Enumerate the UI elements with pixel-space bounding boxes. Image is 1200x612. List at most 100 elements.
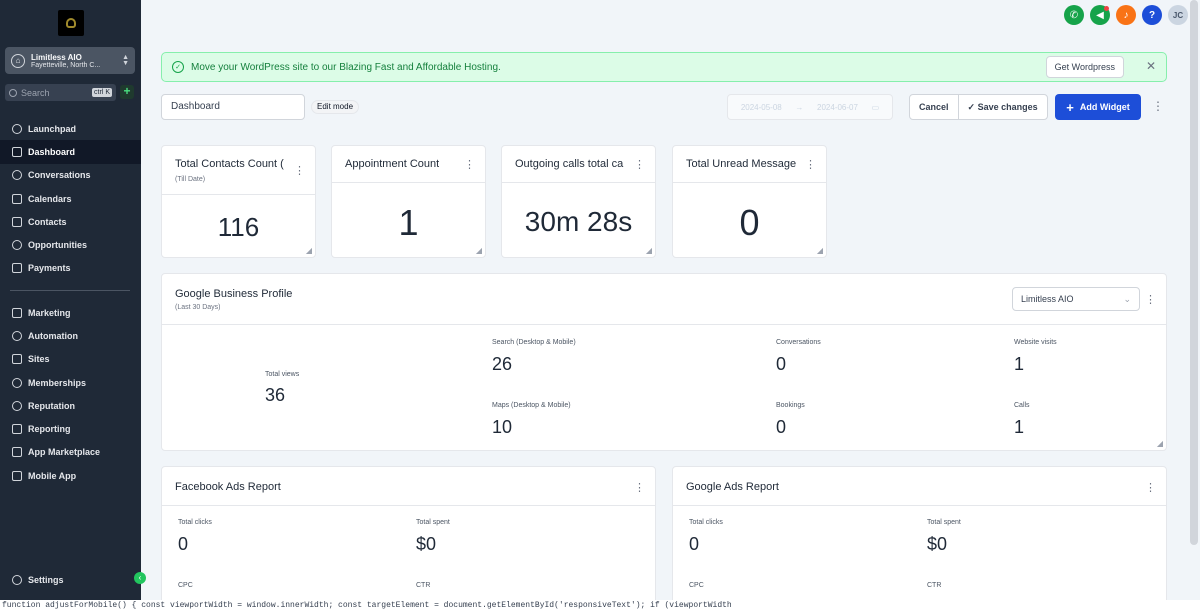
- bell-icon[interactable]: ♪: [1116, 5, 1136, 25]
- sidebar-item-payments[interactable]: Payments: [0, 257, 141, 280]
- sidebar-item-contacts[interactable]: Contacts: [0, 210, 141, 233]
- stat-card-appointments: Appointment Count ⋮ 1 ◢: [331, 145, 486, 258]
- sidebar-item-conversations[interactable]: Conversations: [0, 164, 141, 187]
- sidebar-item-app-marketplace[interactable]: App Marketplace: [0, 441, 141, 464]
- card-title: Total Unread Message: [686, 158, 797, 170]
- location-icon: ⌂: [11, 53, 25, 68]
- card-divider: [162, 505, 655, 506]
- sidebar-item-label: Conversations: [28, 170, 91, 181]
- resize-handle-icon[interactable]: ◢: [1157, 439, 1163, 448]
- metric-label: CTR: [927, 582, 942, 589]
- sidebar-item-label: Reporting: [28, 424, 71, 435]
- more-options-icon[interactable]: ⋮: [1152, 100, 1164, 112]
- sidebar-item-launchpad[interactable]: Launchpad: [0, 117, 141, 140]
- sidebar-item-label: App Marketplace: [28, 447, 101, 458]
- star-icon: [12, 400, 22, 411]
- grid-icon: [12, 146, 22, 157]
- more-options-icon[interactable]: ⋮: [294, 164, 305, 177]
- more-options-icon[interactable]: ⋮: [634, 481, 645, 494]
- metric-label: Search (Desktop & Mobile): [492, 339, 576, 346]
- resize-handle-icon[interactable]: ◢: [646, 246, 652, 255]
- dashboard-name-field[interactable]: Dashboard: [161, 94, 305, 120]
- sidebar-item-opportunities[interactable]: Opportunities: [0, 233, 141, 256]
- quick-add-button[interactable]: +: [120, 85, 134, 99]
- sidebar-item-label: Opportunities: [28, 240, 87, 251]
- memberships-icon: [12, 377, 22, 388]
- card-subtitle: (Till Date): [175, 176, 206, 183]
- contacts-icon: [12, 216, 22, 227]
- metric-label: CTR: [416, 582, 431, 589]
- card-divider: [332, 182, 485, 183]
- card-title: Appointment Count: [345, 158, 440, 170]
- metric-value: 10: [492, 417, 513, 437]
- card-title: Google Ads Report: [686, 481, 779, 493]
- check-icon: ✓: [967, 102, 978, 112]
- header-actions: ✆ ◀ ♪ ? JC: [1064, 5, 1188, 25]
- gbp-location-select[interactable]: Limitless AIO ⌄: [1012, 287, 1140, 311]
- calendar-icon: [12, 193, 22, 204]
- card-divider: [162, 194, 315, 195]
- mobile-icon: [12, 470, 22, 481]
- resize-handle-icon[interactable]: ◢: [306, 246, 312, 255]
- logo-mark-icon: [66, 18, 76, 28]
- more-options-icon[interactable]: ⋮: [805, 158, 816, 171]
- metric-value: 1: [1014, 417, 1025, 437]
- location-name: Limitless AIO: [31, 52, 82, 62]
- sidebar-item-mobile-app[interactable]: Mobile App: [0, 464, 141, 487]
- card-title: Total Contacts Count (: [175, 158, 284, 170]
- more-options-icon[interactable]: ⋮: [1145, 481, 1156, 494]
- more-options-icon[interactable]: ⋮: [464, 158, 475, 171]
- company-logo[interactable]: [58, 10, 84, 36]
- save-changes-label: Save changes: [977, 102, 1038, 112]
- page-scrollbar[interactable]: [1190, 0, 1198, 545]
- location-switcher[interactable]: ⌂ Limitless AIO Fayetteville, North C...…: [5, 47, 135, 74]
- chevron-updown-icon: ▲ ▼: [122, 53, 129, 67]
- search-input[interactable]: Search ctrl K: [5, 84, 116, 101]
- save-changes-button[interactable]: ✓ Save changes: [957, 95, 1047, 119]
- banner-message: Move your WordPress site to our Blazing …: [191, 61, 501, 73]
- add-widget-label: Add Widget: [1079, 102, 1130, 112]
- notification-dot: [1104, 6, 1109, 11]
- sidebar-item-reporting[interactable]: Reporting: [0, 417, 141, 440]
- facebook-ads-card: Facebook Ads Report ⋮ Total clicks 0 Tot…: [161, 466, 656, 606]
- sidebar-item-automation[interactable]: Automation: [0, 324, 141, 347]
- close-icon[interactable]: ✕: [1146, 59, 1156, 73]
- search-icon: [9, 88, 17, 97]
- chat-icon: [12, 170, 22, 181]
- date-end: 2024-06-07: [817, 102, 858, 112]
- more-options-icon[interactable]: ⋮: [1145, 293, 1156, 306]
- sidebar-item-dashboard[interactable]: Dashboard: [0, 140, 141, 164]
- megaphone-icon[interactable]: ◀: [1090, 5, 1110, 25]
- metric-label: Conversations: [776, 339, 821, 346]
- resize-handle-icon[interactable]: ◢: [476, 246, 482, 255]
- phone-icon[interactable]: ✆: [1064, 5, 1084, 25]
- help-icon[interactable]: ?: [1142, 5, 1162, 25]
- sidebar-item-marketing[interactable]: Marketing: [0, 301, 141, 324]
- card-divider: [673, 182, 826, 183]
- check-circle-icon: ✓: [172, 61, 184, 73]
- add-widget-button[interactable]: + Add Widget: [1055, 94, 1141, 120]
- sidebar-item-label: Dashboard: [28, 146, 76, 157]
- nav-primary: Launchpad Dashboard Conversations Calend…: [0, 117, 141, 280]
- resize-handle-icon[interactable]: ◢: [817, 246, 823, 255]
- more-options-icon[interactable]: ⋮: [634, 158, 645, 171]
- metric-value: $0: [416, 534, 437, 554]
- cancel-button[interactable]: Cancel: [910, 95, 958, 119]
- date-start: 2024-05-08: [740, 102, 782, 112]
- chevron-down-icon: ⌄: [1123, 294, 1131, 304]
- select-value: Limitless AIO: [1021, 294, 1074, 304]
- card-divider: [673, 505, 1166, 506]
- sidebar-item-settings[interactable]: Settings: [0, 568, 141, 591]
- sidebar-item-calendars[interactable]: Calendars: [0, 187, 141, 210]
- sidebar-item-sites[interactable]: Sites: [0, 348, 141, 371]
- sidebar-divider: [10, 290, 130, 291]
- metric-label: Total clicks: [689, 519, 723, 526]
- sidebar-item-reputation[interactable]: Reputation: [0, 394, 141, 417]
- user-avatar[interactable]: JC: [1168, 5, 1188, 25]
- metric-value: 26: [492, 354, 513, 374]
- sidebar-item-memberships[interactable]: Memberships: [0, 371, 141, 394]
- get-wordpress-button[interactable]: Get Wordpress: [1045, 56, 1124, 78]
- sidebar-collapse-button[interactable]: ‹: [134, 572, 146, 584]
- metric-label: Total spent: [927, 519, 961, 526]
- date-range-picker[interactable]: 2024-05-08 → 2024-06-07 ▭: [727, 94, 893, 120]
